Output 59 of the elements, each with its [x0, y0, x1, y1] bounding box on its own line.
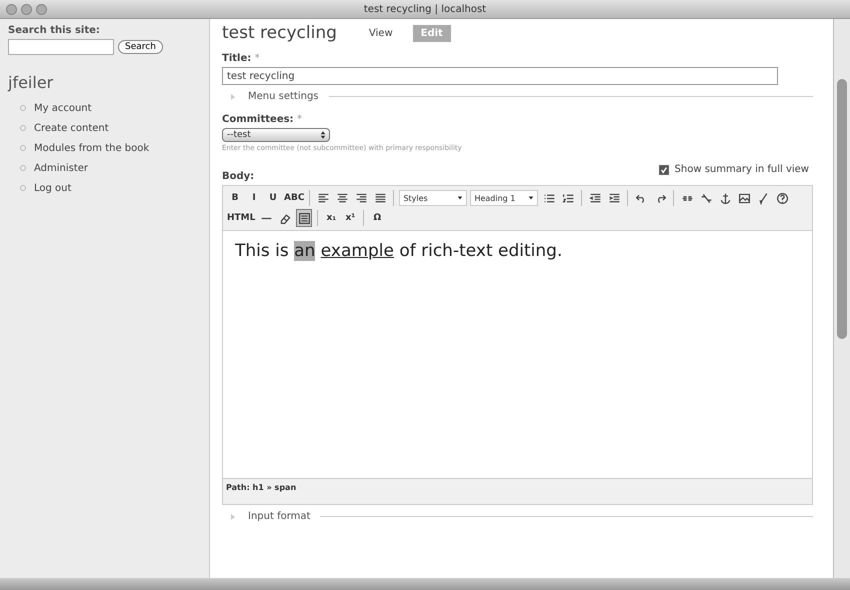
dropdown-arrow-icon	[457, 195, 464, 201]
fieldset-legend[interactable]: Input format	[248, 511, 310, 522]
format-button[interactable]: HTML	[227, 209, 256, 227]
format-button[interactable]: x¹	[342, 209, 358, 227]
anchor-icon	[718, 192, 732, 204]
format-button[interactable]: Ω	[369, 209, 386, 227]
dropdown-arrow-icon	[528, 195, 534, 201]
align-left-icon	[316, 192, 330, 204]
blocks-icon	[298, 212, 311, 224]
format-dropdown[interactable]: Heading 1	[470, 190, 538, 206]
status-path: Path: h1 » span	[223, 478, 812, 504]
search-button[interactable]: Search	[118, 40, 163, 54]
checkbox[interactable]	[658, 164, 669, 174]
field-label: Committees:	[222, 114, 294, 125]
stepper-arrows-icon	[320, 130, 326, 140]
align-right-icon	[354, 192, 368, 204]
unlink-icon	[700, 192, 713, 204]
indent-icon	[608, 192, 621, 204]
bullet-icon	[20, 125, 26, 131]
image-icon	[738, 192, 751, 204]
align-center-icon	[336, 192, 349, 204]
sidebar-link[interactable]: Log out	[34, 182, 72, 194]
sidebar-link[interactable]: My account	[34, 102, 92, 114]
tab[interactable]: View	[360, 24, 401, 42]
sidebar-link[interactable]: Create content	[34, 122, 109, 134]
required-mark: *	[254, 53, 260, 64]
format-button[interactable]: I	[246, 189, 262, 207]
sidebar-link[interactable]: Modules from the book	[34, 142, 150, 154]
format-dropdown[interactable]: Styles	[399, 190, 468, 206]
sidebar-link[interactable]: Administer	[34, 162, 88, 174]
editor-text: This is an example of rich-text editing.	[235, 241, 564, 261]
format-button[interactable]: ABC	[284, 189, 304, 207]
page-title: test recycling	[222, 23, 337, 43]
checkbox-label: Show summary in full view	[674, 164, 809, 175]
bullet-icon	[20, 165, 26, 171]
bullet-icon	[20, 105, 26, 111]
format-button[interactable]: x₁	[323, 209, 340, 227]
justify-icon	[374, 192, 387, 204]
help-icon	[776, 192, 789, 204]
committee-select[interactable]: --test	[222, 128, 330, 142]
required-mark: *	[297, 114, 302, 125]
fieldset-legend[interactable]: Menu settings	[248, 91, 319, 102]
field-label: Body:	[222, 171, 256, 182]
window-title: test recycling | localhost	[362, 4, 488, 14]
bullet-icon	[20, 145, 26, 151]
search-field[interactable]	[8, 39, 114, 55]
search-label: Search this site:	[8, 25, 101, 36]
toolbar-button[interactable]	[296, 209, 312, 227]
bullet-list-icon	[542, 192, 556, 204]
bullet-icon	[20, 185, 26, 191]
outdent-icon	[588, 192, 602, 204]
title-field[interactable]: test recycling	[222, 67, 778, 85]
scrollbar[interactable]	[833, 19, 850, 578]
field-label: Title:	[222, 53, 252, 64]
format-button[interactable]: U	[265, 189, 281, 207]
user-name: jfeiler	[8, 73, 54, 92]
format-button[interactable]: B	[227, 189, 243, 207]
eraser-icon	[278, 212, 292, 224]
numbered-list-icon	[562, 192, 575, 204]
